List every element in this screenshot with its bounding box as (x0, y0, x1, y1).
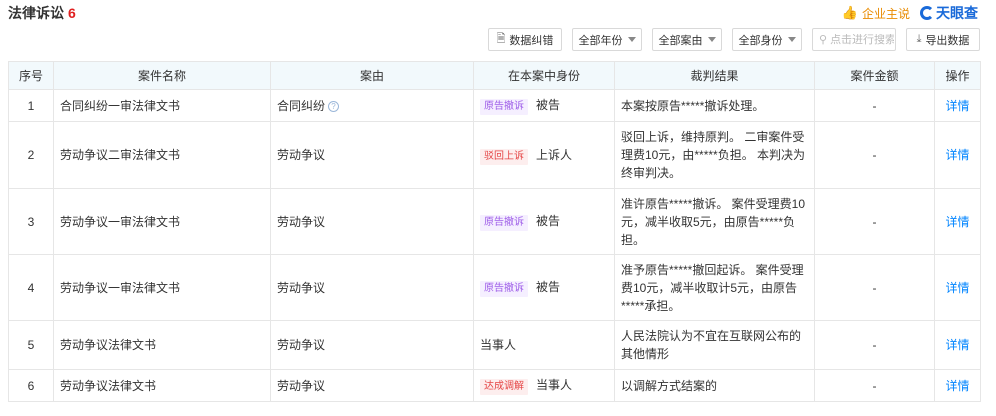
cause-filter-label: 全部案由 (658, 34, 703, 47)
table-row: 1 合同纠纷一审法律文书 合同纠纷? 原告撤诉 被告 本案按原告*****撤诉处理… (8, 89, 981, 122)
role-text: 被告 (536, 280, 561, 294)
search-icon: ⚲ (819, 34, 828, 46)
year-filter-label: 全部年份 (578, 34, 623, 47)
details-link[interactable]: 详情 (934, 121, 981, 189)
status-badge: 原告撤诉 (480, 215, 528, 231)
section-title: 法律诉讼 6 (8, 3, 76, 23)
case-role: 达成调解 当事人 (473, 369, 615, 402)
table-row: 6 劳动争议法律文书 劳动争议 达成调解 当事人 以调解方式结案的 - 详情 (8, 369, 981, 402)
thumbs-up-icon: 👍 (841, 5, 858, 20)
col-header-role: 在本案中身份 (473, 61, 615, 90)
row-number: 5 (8, 320, 54, 370)
case-count: 6 (68, 5, 76, 21)
cause-filter-dropdown[interactable]: 全部案由 (652, 28, 722, 51)
case-role: 当事人 (473, 320, 615, 370)
lawsuit-table: 序号 案件名称 案由 在本案中身份 裁判结果 案件金额 操作 1 合同纠纷一审法… (8, 61, 981, 402)
case-cause: 合同纠纷? (270, 89, 474, 122)
export-data-button[interactable]: ⤓ 导出数据 (906, 28, 980, 51)
table-row: 5 劳动争议法律文书 劳动争议 当事人 人民法院认为不宜在互联网公布的其他情形 … (8, 320, 981, 370)
export-data-label: 导出数据 (925, 34, 970, 47)
search-input[interactable] (830, 33, 895, 46)
download-icon: ⤓ (916, 33, 922, 45)
case-role: 驳回上诉 上诉人 (473, 121, 615, 189)
case-cause: 劳动争议 (270, 320, 474, 370)
section-header: 法律诉讼 6 👍 企业主说 天眼查 (0, 0, 996, 24)
table-header-row: 序号 案件名称 案由 在本案中身份 裁判结果 案件金额 操作 (8, 61, 981, 90)
col-header-amount: 案件金额 (814, 61, 935, 90)
col-header-no: 序号 (8, 61, 54, 90)
case-role: 原告撤诉 被告 (473, 89, 615, 122)
data-correction-label: 数据纠错 (509, 34, 554, 47)
case-result: 驳回上诉，维持原判。 二审案件受理费10元，由*****负担。 本判决为终审判决… (614, 121, 815, 189)
status-badge: 原告撤诉 (480, 99, 528, 115)
row-number: 1 (8, 89, 54, 122)
case-result: 本案按原告*****撤诉处理。 (614, 89, 815, 122)
search-box[interactable]: ⚲ (812, 28, 896, 51)
case-name: 劳动争议法律文书 (53, 320, 271, 370)
role-text: 被告 (536, 214, 561, 228)
table-row: 4 劳动争议一审法律文书 劳动争议 原告撤诉 被告 准予原告*****撤回起诉。 … (8, 254, 981, 321)
details-link[interactable]: 详情 (934, 369, 981, 402)
role-filter-label: 全部身份 (738, 34, 783, 47)
case-amount: - (814, 254, 935, 321)
details-link[interactable]: 详情 (934, 320, 981, 370)
col-header-cause: 案由 (270, 61, 474, 90)
chevron-down-icon (627, 37, 636, 42)
case-cause: 劳动争议 (270, 188, 474, 255)
role-text: 上诉人 (536, 147, 573, 162)
case-result: 人民法院认为不宜在互联网公布的其他情形 (614, 320, 815, 370)
case-amount: - (814, 89, 935, 122)
tianyancha-logo: 天眼查 (920, 3, 978, 23)
role-text: 被告 (536, 98, 561, 112)
case-cause: 劳动争议 (270, 121, 474, 189)
role-filter-dropdown[interactable]: 全部身份 (732, 28, 802, 51)
case-cause-text: 合同纠纷 (277, 98, 326, 113)
col-header-action: 操作 (934, 61, 981, 90)
table-row: 3 劳动争议一审法律文书 劳动争议 原告撤诉 被告 准许原告*****撤诉。 案件… (8, 188, 981, 255)
case-amount: - (814, 121, 935, 189)
logo-icon (920, 6, 934, 20)
case-result: 以调解方式结案的 (614, 369, 815, 402)
logo-text: 天眼查 (936, 5, 978, 21)
case-role: 原告撤诉 被告 (473, 188, 615, 255)
status-badge: 原告撤诉 (480, 281, 528, 297)
owner-says-link[interactable]: 企业主说 (862, 5, 910, 22)
case-name: 合同纠纷一审法律文书 (53, 89, 271, 122)
details-link[interactable]: 详情 (934, 188, 981, 255)
case-result: 准许原告*****撤诉。 案件受理费10元，减半收取5元，由原告*****负担。 (614, 188, 815, 255)
row-number: 4 (8, 254, 54, 321)
status-badge: 驳回上诉 (480, 148, 528, 165)
col-header-case-name: 案件名称 (53, 61, 271, 90)
role-text: 当事人 (480, 338, 517, 352)
brand-area: 👍 企业主说 天眼查 (842, 3, 978, 23)
case-result: 准予原告*****撤回起诉。 案件受理费10元，减半收取计5元，由原告*****… (614, 254, 815, 321)
case-cause: 劳动争议 (270, 369, 474, 402)
chevron-down-icon (787, 37, 796, 42)
year-filter-dropdown[interactable]: 全部年份 (572, 28, 642, 51)
col-header-result: 裁判结果 (614, 61, 815, 90)
row-number: 3 (8, 188, 54, 255)
table-row: 2 劳动争议二审法律文书 劳动争议 驳回上诉 上诉人 驳回上诉，维持原判。 二审案… (8, 121, 981, 189)
case-name: 劳动争议一审法律文书 (53, 254, 271, 321)
data-correction-button[interactable]: 🗎 数据纠错 (488, 28, 562, 51)
status-badge: 达成调解 (480, 379, 528, 395)
details-link[interactable]: 详情 (934, 89, 981, 122)
document-icon: 🗎 (496, 33, 506, 45)
details-link[interactable]: 详情 (934, 254, 981, 321)
chevron-down-icon (707, 37, 716, 42)
role-text: 当事人 (536, 378, 573, 392)
section-title-text: 法律诉讼 (8, 5, 64, 21)
help-icon[interactable]: ? (328, 100, 340, 112)
case-name: 劳动争议一审法律文书 (53, 188, 271, 255)
case-name: 劳动争议法律文书 (53, 369, 271, 402)
case-amount: - (814, 320, 935, 370)
case-role: 原告撤诉 被告 (473, 254, 615, 321)
case-cause: 劳动争议 (270, 254, 474, 321)
case-amount: - (814, 188, 935, 255)
case-name: 劳动争议二审法律文书 (53, 121, 271, 189)
case-amount: - (814, 369, 935, 402)
row-number: 2 (8, 121, 54, 189)
row-number: 6 (8, 369, 54, 402)
toolbar: 🗎 数据纠错 全部年份 全部案由 全部身份 ⚲ ⤓ 导出数据 (478, 28, 980, 51)
